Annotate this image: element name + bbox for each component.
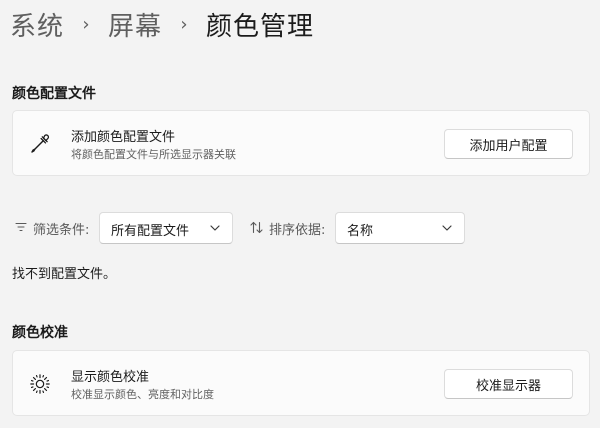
sort-dropdown-value: 名称 [347, 224, 374, 239]
display-calibration-description: 校准显示颜色、亮度和对比度 [71, 388, 214, 401]
eyedropper-icon [31, 134, 49, 153]
chevron-down-icon [442, 225, 452, 231]
display-calibration-card: 显示颜色校准 校准显示颜色、亮度和对比度 校准显示器 [12, 350, 590, 416]
filter-icon [15, 222, 27, 232]
filter-label: 筛选条件: [33, 223, 90, 238]
section-title-color-profiles: 颜色配置文件 [12, 86, 96, 102]
add-color-profile-title: 添加颜色配置文件 [71, 130, 176, 145]
breadcrumb-item-system[interactable]: 系统 [10, 6, 64, 43]
no-profiles-message: 找不到配置文件。 [12, 267, 117, 282]
add-user-profile-button[interactable]: 添加用户配置 [444, 129, 573, 159]
sort-label: 排序依据: [269, 223, 326, 238]
add-color-profile-card: 添加颜色配置文件 将颜色配置文件与所选显示器关联 添加用户配置 [12, 110, 590, 176]
page-title: 颜色管理 [206, 11, 315, 42]
chevron-down-icon [210, 225, 220, 231]
filter-dropdown-value: 所有配置文件 [111, 224, 190, 239]
section-title-color-calibration: 颜色校准 [12, 325, 68, 341]
filter-dropdown[interactable]: 所有配置文件 [99, 212, 233, 244]
add-color-profile-description: 将颜色配置文件与所选显示器关联 [71, 148, 236, 161]
sort-icon [250, 221, 263, 234]
chevron-right-icon: › [82, 13, 90, 35]
sort-dropdown[interactable]: 名称 [335, 212, 465, 244]
breadcrumb: 系统 › 屏幕 › 颜色管理 [10, 4, 314, 44]
chevron-right-icon: › [180, 13, 188, 35]
calibrate-display-button[interactable]: 校准显示器 [444, 369, 573, 399]
breadcrumb-item-display[interactable]: 屏幕 [108, 6, 162, 43]
filter-sort-row: 筛选条件: 所有配置文件 排序依据: 名称 [12, 212, 482, 244]
brightness-icon [30, 374, 50, 394]
display-calibration-title: 显示颜色校准 [71, 370, 150, 385]
